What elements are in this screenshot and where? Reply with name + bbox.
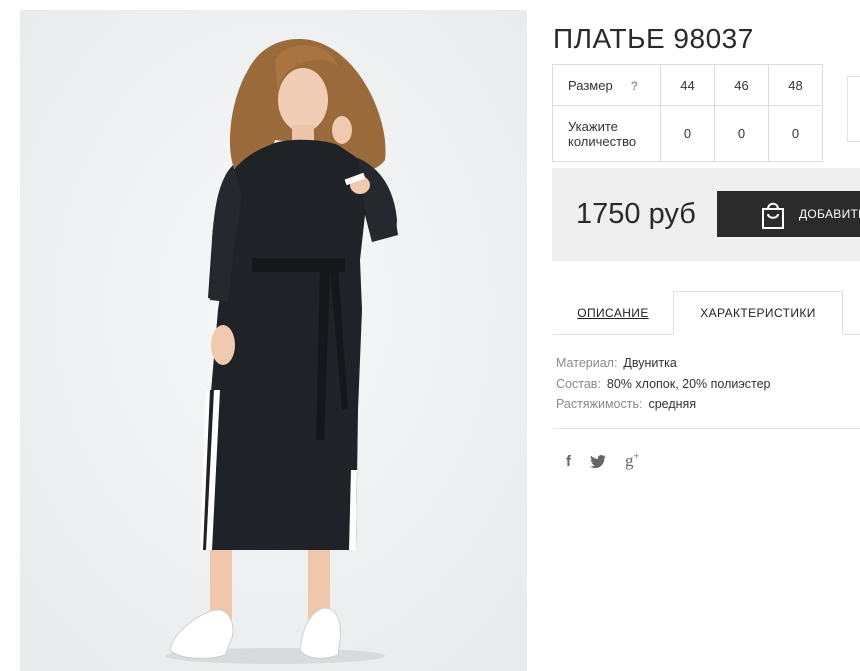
characteristics-list: Материал: Двунитка Состав: 80% хлопок, 20%… — [556, 353, 770, 415]
add-to-cart-label: ДОБАВИТЬ — [799, 207, 860, 221]
size-label: Размер — [568, 77, 613, 93]
size-label-cell: Размер? — [552, 64, 661, 106]
facebook-icon[interactable]: f — [566, 453, 571, 470]
twitter-icon[interactable] — [590, 454, 606, 468]
social-share: f g+ — [566, 451, 658, 471]
googleplus-icon[interactable]: g+ — [625, 451, 639, 471]
spec-row-material: Материал: Двунитка — [556, 353, 770, 374]
purchase-panel: 1750 руб ДОБАВИТЬ — [552, 168, 860, 261]
size-option-48: 48 — [768, 64, 823, 106]
tab-description-label: ОПИСАНИЕ — [577, 305, 649, 320]
size-quantity-table: Размер? 44 46 48 Укажите количество 0 0 … — [552, 64, 823, 162]
spec-row-stretch: Растяжимость: средняя — [556, 394, 770, 415]
spec-row-composition: Состав: 80% хлопок, 20% полиэстер — [556, 374, 770, 395]
quantity-input-48[interactable]: 0 — [768, 105, 823, 162]
spec-value: Двунитка — [623, 356, 677, 370]
size-option-46: 46 — [714, 64, 769, 106]
spec-value: 80% хлопок, 20% полиэстер — [606, 376, 771, 391]
spec-key: Состав: — [556, 376, 601, 391]
tab-characteristics[interactable]: ХАРАКТЕРИСТИКИ — [673, 291, 843, 335]
tab-characteristics-label: ХАРАКТЕРИСТИКИ — [700, 306, 816, 320]
product-price: 1750 руб — [576, 198, 696, 230]
quantity-input-44[interactable]: 0 — [660, 105, 715, 162]
product-title: ПЛАТЬЕ 98037 — [553, 22, 754, 54]
product-image[interactable] — [20, 10, 527, 671]
spec-key: Материал: — [556, 356, 618, 370]
size-row: Размер? 44 46 48 — [552, 64, 823, 106]
add-to-cart-button[interactable]: ДОБАВИТЬ — [717, 191, 860, 237]
product-tabs: ОПИСАНИЕ ХАРАКТЕРИСТИКИ — [553, 291, 860, 335]
tab-description[interactable]: ОПИСАНИЕ — [553, 291, 673, 334]
size-help-icon[interactable]: ? — [631, 79, 638, 93]
content-divider — [553, 428, 860, 429]
size-option-44: 44 — [660, 64, 715, 106]
quantity-input-46[interactable]: 0 — [714, 105, 769, 162]
shopping-bag-icon — [762, 202, 784, 229]
quantity-label: Укажите количество — [552, 105, 661, 162]
quantity-row: Укажите количество 0 0 0 — [552, 105, 823, 162]
spec-key: Растяжимость: — [556, 397, 643, 411]
googleplus-letter: g — [625, 451, 634, 470]
spec-value: средняя — [648, 397, 697, 411]
side-panel-edge — [847, 76, 860, 142]
product-photo-illustration — [20, 10, 527, 671]
